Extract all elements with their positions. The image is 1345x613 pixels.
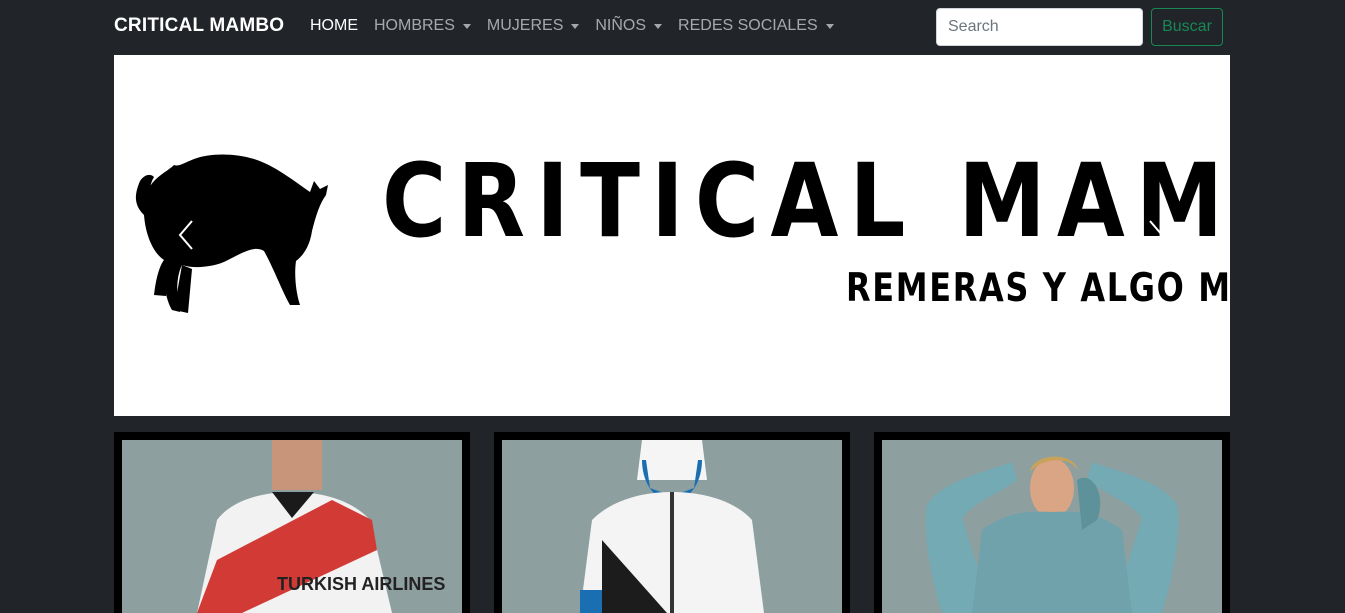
product-card[interactable] [494, 432, 850, 613]
nav-link-home[interactable]: HOME [310, 17, 358, 35]
man-white-adidas-jacket-image [580, 440, 764, 613]
carousel-prev-button[interactable] [172, 215, 202, 255]
nav-link-label: REDES SOCIALES [678, 17, 818, 34]
nav-link-label: MUJERES [486, 17, 564, 34]
nav-link-hombres[interactable]: HOMBRES [374, 17, 471, 35]
product-image[interactable] [882, 440, 1222, 613]
woman-teal-hoodie-image [925, 456, 1179, 613]
nav-link-label: HOME [310, 17, 358, 34]
caret-down-icon [462, 24, 471, 29]
chevron-left-icon [178, 220, 193, 250]
banner-title: CRITICAL MAMBO [382, 142, 1230, 261]
nav-link-label: NIÑOS [595, 17, 647, 34]
caret-down-icon [571, 24, 580, 29]
banner-subtitle: REMERAS Y ALGO MÁS [846, 266, 1230, 311]
carousel-next-button[interactable] [1140, 215, 1170, 255]
search-button[interactable]: Buscar [1151, 8, 1223, 46]
search-input[interactable] [936, 8, 1143, 46]
product-card[interactable] [874, 432, 1230, 613]
product-card[interactable]: TURKISH AIRLINES [114, 432, 470, 613]
nav-link-ninos[interactable]: NIÑOS [595, 17, 663, 35]
hero-carousel: CRITICAL MAMBO REMERAS Y ALGO MÁS [114, 55, 1230, 416]
jersey-text: TURKISH AIRLINES [277, 574, 445, 594]
man-river-plate-jersey-image: TURKISH AIRLINES [197, 440, 445, 613]
product-image[interactable]: TURKISH AIRLINES [122, 440, 462, 613]
nav-links: HOME HOMBRES MUJERES NIÑOS REDES SOCIALE… [310, 17, 850, 35]
navbar: CRITICAL MAMBO HOME HOMBRES MUJERES NIÑO… [0, 0, 1345, 55]
nav-link-redes-sociales[interactable]: REDES SOCIALES [678, 17, 834, 35]
caret-down-icon [825, 24, 834, 29]
caret-down-icon [654, 24, 663, 29]
nav-link-mujeres[interactable]: MUJERES [486, 17, 580, 35]
brand-logo[interactable]: CRITICAL MAMBO [114, 15, 284, 37]
nav-link-label: HOMBRES [374, 17, 455, 34]
product-image[interactable] [502, 440, 842, 613]
chevron-right-icon [1149, 220, 1164, 250]
